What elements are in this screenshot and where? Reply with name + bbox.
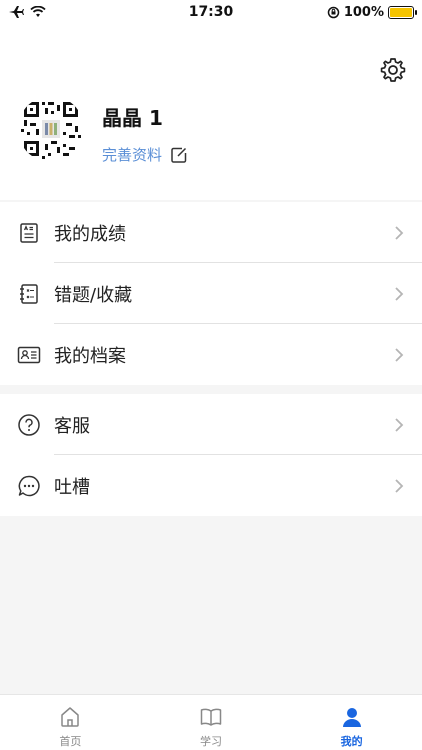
tab-study-label: 学习 [200,735,222,748]
menu-label-mistakes: 错题/收藏 [54,284,133,306]
chat-icon [18,475,40,496]
tab-home[interactable]: 首页 [0,695,141,750]
book-icon [200,708,222,726]
airplane-icon [9,6,24,18]
report-icon [20,222,38,243]
avatar[interactable] [18,96,84,162]
menu-item-mistakes[interactable]: 错题/收藏 [0,263,422,324]
tab-study[interactable]: 学习 [141,695,282,750]
battery-level [390,7,412,17]
user-icon [342,708,361,727]
username: 晶晶 1 [102,106,163,130]
settings-gear-icon[interactable] [380,57,406,83]
edit-profile-label: 完善资料 [102,146,163,164]
menu-label-archive: 我的档案 [54,345,126,367]
status-bar: 17:30 100% [0,0,422,24]
edit-icon [171,147,187,163]
menu-item-feedback[interactable]: 吐槽 [0,455,422,516]
chevron-right-icon [395,225,404,240]
notebook-icon [20,283,38,304]
menu-label-service: 客服 [54,415,90,437]
menu-label-feedback: 吐槽 [54,476,90,498]
wifi-icon [30,6,46,17]
menu-label-scores: 我的成绩 [54,223,126,245]
battery-percent: 100% [343,4,384,20]
help-icon [18,413,40,436]
qr-avatar-image [18,96,84,162]
chevron-right-icon [395,478,404,493]
menu-item-archive[interactable]: 我的档案 [0,324,422,385]
id-card-icon [17,346,41,363]
menu-group-support: 客服 吐槽 [0,394,422,516]
battery-icon [388,5,417,19]
chevron-right-icon [395,286,404,301]
rotation-lock-icon [327,6,340,18]
menu-group-main: 我的成绩 错题/收藏 我的档案 [0,202,422,385]
tab-home-label: 首页 [59,735,82,748]
menu-item-scores[interactable]: 我的成绩 [0,202,422,263]
profile-section: 晶晶 1 完善资料 [0,24,422,200]
edit-profile-link[interactable]: 完善资料 [102,144,188,165]
chevron-right-icon [395,347,404,362]
tab-mine-label: 我的 [340,735,363,748]
status-left [8,5,128,19]
bottom-tab-bar: 首页 学习 我的 [0,694,422,750]
chevron-right-icon [395,417,404,432]
tab-mine[interactable]: 我的 [281,695,422,750]
status-right: 100% [327,4,417,20]
menu-item-service[interactable]: 客服 [0,394,422,455]
home-icon [61,707,80,727]
